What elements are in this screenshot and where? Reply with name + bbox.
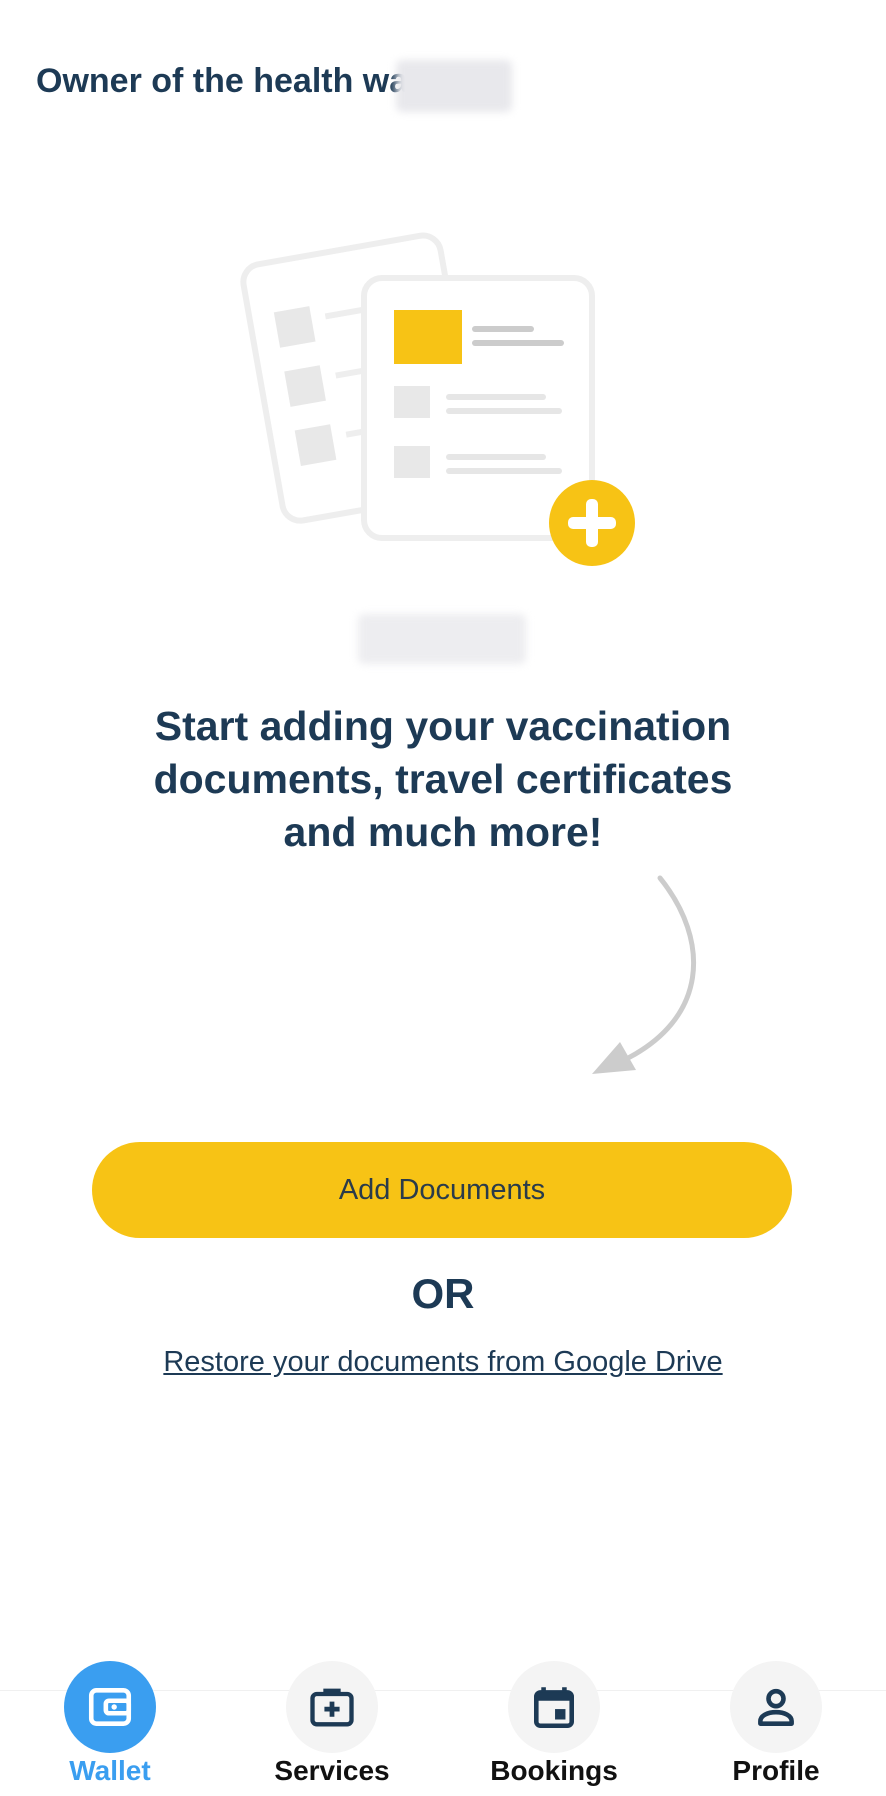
- nav-item-wallet[interactable]: Wallet: [10, 1661, 210, 1796]
- curved-arrow-icon: [592, 875, 697, 1074]
- documents-illustration: [240, 232, 635, 566]
- redacted-caption: [358, 614, 526, 664]
- nav-label-services: Services: [274, 1755, 390, 1786]
- restore-google-drive-link[interactable]: Restore your documents from Google Drive: [0, 1346, 886, 1379]
- medical-bag-icon: [286, 1661, 378, 1753]
- page-title: Owner of the health wa: [36, 62, 409, 100]
- calendar-icon: [508, 1661, 600, 1753]
- nav-label-profile: Profile: [732, 1755, 820, 1786]
- nav-label-bookings: Bookings: [490, 1755, 618, 1786]
- redacted-name: [396, 60, 512, 112]
- empty-state-headline: Start adding your vaccination documents,…: [0, 700, 886, 859]
- nav-item-bookings[interactable]: Bookings: [454, 1661, 654, 1796]
- headline-line-2: documents, travel certificates: [153, 756, 733, 802]
- nav-label-wallet: Wallet: [69, 1755, 151, 1786]
- wallet-icon: [64, 1661, 156, 1753]
- nav-item-services[interactable]: Services: [232, 1661, 432, 1796]
- headline-line-1: Start adding your vaccination: [154, 703, 732, 749]
- add-documents-button[interactable]: Add Documents: [92, 1142, 792, 1238]
- nav-item-profile[interactable]: Profile: [676, 1661, 876, 1796]
- bottom-nav: Wallet Services Bookings Profile: [0, 1661, 886, 1796]
- person-icon: [730, 1661, 822, 1753]
- or-separator: OR: [411, 1270, 475, 1317]
- headline-line-3: and much more!: [283, 809, 603, 855]
